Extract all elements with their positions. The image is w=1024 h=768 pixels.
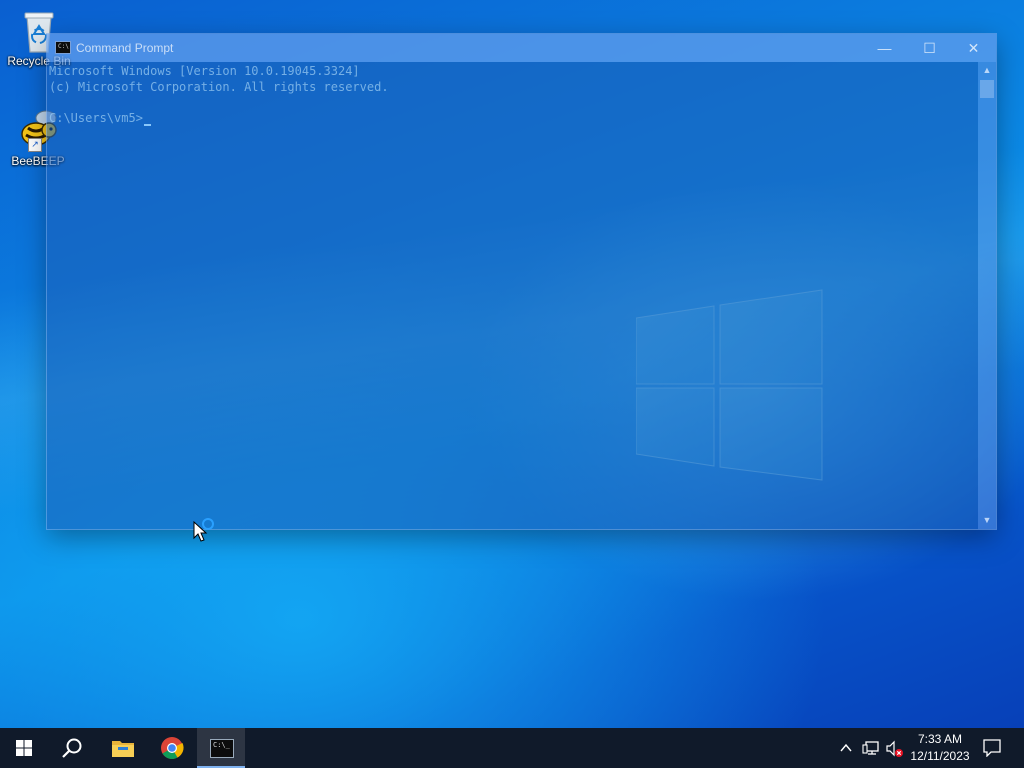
folder-icon <box>112 741 134 757</box>
clock-date: 12/11/2023 <box>910 749 970 763</box>
title-bar[interactable]: C:\ Command Prompt — ☐ ✕ <box>47 34 996 62</box>
scroll-up-arrow-icon[interactable]: ▲ <box>978 62 996 79</box>
close-button[interactable]: ✕ <box>951 34 996 62</box>
desktop: Recycle Bin ↗ BeeBEEP C:\ Command Prompt… <box>0 0 1024 728</box>
chrome-icon <box>161 737 184 759</box>
chevron-up-icon[interactable] <box>840 740 852 756</box>
search-icon <box>62 738 82 758</box>
console-output[interactable]: Microsoft Windows [Version 10.0.19045.33… <box>47 62 978 529</box>
chrome-button[interactable] <box>148 728 196 768</box>
console-line: (c) Microsoft Corporation. All rights re… <box>49 79 389 94</box>
start-button[interactable] <box>0 728 48 768</box>
cmd-icon: C:\ <box>55 41 71 54</box>
windows-start-icon <box>16 740 32 756</box>
command-prompt-taskbar-button[interactable]: C:\_ <box>197 728 245 768</box>
volume-muted-icon[interactable] <box>885 740 905 757</box>
text-cursor <box>143 124 151 126</box>
clock-time: 7:33 AM <box>917 732 963 746</box>
console-prompt: C:\Users\vm5> <box>49 110 143 125</box>
taskbar-clock[interactable]: 7:33 AM 12/11/2023 <box>904 731 976 765</box>
console-prompt-line: C:\Users\vm5> <box>47 110 978 126</box>
notification-icon[interactable] <box>983 739 1001 758</box>
network-icon[interactable] <box>862 740 880 756</box>
command-prompt-window[interactable]: C:\ Command Prompt — ☐ ✕ Microsoft Windo… <box>47 34 996 529</box>
scrollbar-thumb[interactable] <box>980 80 994 98</box>
vertical-scrollbar[interactable]: ▲ ▼ <box>978 62 996 529</box>
search-button[interactable] <box>48 728 96 768</box>
cmd-icon: C:\_ <box>210 739 234 758</box>
window-title: Command Prompt <box>76 41 174 55</box>
maximize-button[interactable]: ☐ <box>907 34 952 62</box>
busy-pointer-icon <box>192 516 218 549</box>
shortcut-arrow-icon: ↗ <box>28 138 42 152</box>
minimize-button[interactable]: — <box>862 34 907 62</box>
scroll-down-arrow-icon[interactable]: ▼ <box>978 512 996 529</box>
console-line: Microsoft Windows [Version 10.0.19045.33… <box>49 64 360 78</box>
file-explorer-button[interactable] <box>98 728 146 768</box>
taskbar: C:\_ 7:33 AM 12/11/2023 <box>0 728 1024 768</box>
